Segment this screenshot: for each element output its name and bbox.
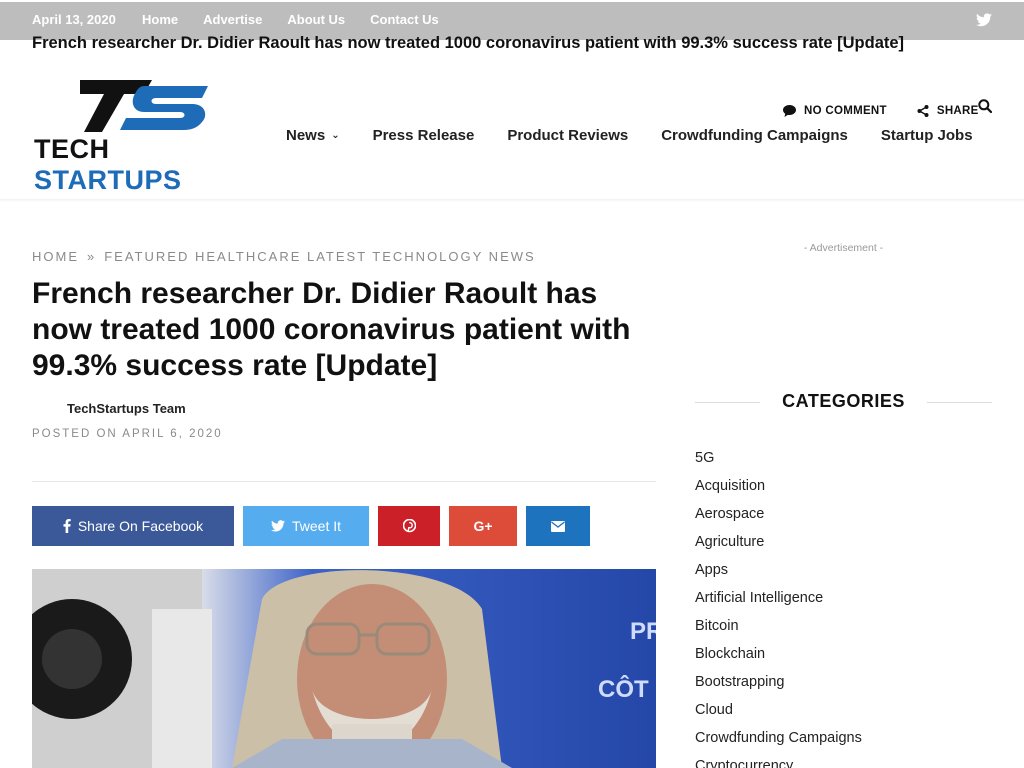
share-label: SHARE (936, 105, 979, 117)
comment-icon (783, 105, 796, 117)
article-hero-image: PR CÔT (32, 569, 656, 768)
googleplus-icon: G+ (473, 518, 493, 534)
top-link-contact-us[interactable]: Contact Us (370, 12, 439, 27)
breadcrumb-home[interactable]: HOME (32, 249, 79, 264)
article-meta-actions: NO COMMENT SHARE (783, 105, 979, 117)
breadcrumb-separator: » (87, 249, 97, 264)
category-link[interactable]: Acquisition (695, 478, 765, 494)
share-twitter-label: Tweet It (291, 518, 342, 534)
nav-item-press-release[interactable]: Press Release (373, 127, 475, 144)
comment-label: NO COMMENT (804, 105, 887, 117)
author-name[interactable]: TechStartups Team (67, 401, 186, 416)
twitter-icon[interactable] (976, 13, 992, 27)
pinterest-icon (402, 519, 416, 533)
category-item[interactable]: Crowdfunding Campaigns (695, 728, 862, 756)
nav-item-crowdfunding-campaigns[interactable]: Crowdfunding Campaigns (661, 127, 848, 144)
category-link[interactable]: Cryptocurrency (695, 758, 793, 768)
share-facebook-label: Share On Facebook (77, 518, 204, 534)
search-icon[interactable] (978, 99, 992, 113)
category-item[interactable]: Bootstrapping (695, 672, 862, 700)
category-link[interactable]: Artificial Intelligence (695, 590, 823, 606)
nav-item-product-reviews[interactable]: Product Reviews (507, 127, 628, 144)
nav-item-news-label: News (286, 127, 326, 144)
share-button[interactable]: SHARE (917, 105, 979, 117)
category-item[interactable]: Bitcoin (695, 616, 862, 644)
category-link[interactable]: Blockchain (695, 646, 765, 662)
category-link[interactable]: Bootstrapping (695, 674, 784, 690)
logo-word-tech: TECH (34, 134, 110, 164)
share-buttons: Share On Facebook Tweet It G+ (32, 506, 590, 546)
share-googleplus-button[interactable]: G+ (449, 506, 517, 546)
top-link-home[interactable]: Home (142, 12, 178, 27)
ts-monogram (80, 80, 208, 132)
breadcrumb: HOME » FEATURED HEALTHCARE LATEST TECHNO… (32, 249, 536, 264)
top-bar-date: April 13, 2020 (32, 12, 116, 27)
category-item[interactable]: Aerospace (695, 504, 862, 532)
site-logo[interactable]: TECH STARTUPS (32, 76, 256, 195)
divider (32, 481, 656, 482)
share-email-button[interactable] (526, 506, 590, 546)
top-links: Home Advertise About Us Contact Us (142, 12, 439, 27)
heading-rule-right (927, 402, 992, 403)
share-pinterest-button[interactable] (378, 506, 440, 546)
svg-text:CÔT: CÔT (598, 675, 649, 703)
top-link-advertise[interactable]: Advertise (203, 12, 262, 27)
category-link[interactable]: Bitcoin (695, 618, 739, 634)
category-item[interactable]: Cloud (695, 700, 862, 728)
svg-text:PR: PR (630, 618, 656, 645)
portrait-photo: PR CÔT (32, 569, 656, 768)
comment-button[interactable]: NO COMMENT (783, 105, 887, 117)
share-facebook-button[interactable]: Share On Facebook (32, 506, 234, 546)
category-link[interactable]: 5G (695, 450, 714, 466)
breadcrumb-category[interactable]: FEATURED HEALTHCARE LATEST TECHNOLOGY NE… (104, 249, 535, 264)
envelope-icon (551, 520, 565, 532)
twitter-icon (270, 520, 285, 532)
chevron-down-icon: ⌄ (331, 130, 340, 141)
category-link[interactable]: Crowdfunding Campaigns (695, 730, 862, 746)
header-divider (0, 199, 1024, 202)
advertisement-label: - Advertisement - (803, 242, 884, 254)
share-icon (917, 105, 929, 117)
category-item[interactable]: Artificial Intelligence (695, 588, 862, 616)
category-link[interactable]: Aerospace (695, 506, 764, 522)
category-item[interactable]: Agriculture (695, 532, 862, 560)
sticky-article-title: French researcher Dr. Didier Raoult has … (32, 34, 905, 52)
category-item[interactable]: Acquisition (695, 476, 862, 504)
nav-item-startup-jobs[interactable]: Startup Jobs (881, 127, 973, 144)
categories-heading: CATEGORIES (695, 390, 992, 414)
category-item[interactable]: Apps (695, 560, 862, 588)
category-link[interactable]: Cloud (695, 702, 733, 718)
share-twitter-button[interactable]: Tweet It (243, 506, 369, 546)
logo-wordmark: TECH STARTUPS (34, 134, 256, 196)
article-title: French researcher Dr. Didier Raoult has … (32, 277, 631, 382)
post-date: POSTED ON APRIL 6, 2020 (32, 428, 223, 440)
facebook-icon (63, 519, 71, 533)
categories-list: 5G Acquisition Aerospace Agriculture App… (695, 448, 862, 768)
main-nav: News ⌄ Press Release Product Reviews Cro… (286, 127, 973, 144)
nav-item-news[interactable]: News ⌄ (286, 127, 340, 144)
category-item[interactable]: Cryptocurrency (695, 756, 862, 768)
top-link-about-us[interactable]: About Us (287, 12, 345, 27)
category-link[interactable]: Apps (695, 562, 728, 578)
category-link[interactable]: Agriculture (695, 534, 764, 550)
category-item[interactable]: 5G (695, 448, 862, 476)
logo-word-startups: STARTUPS (34, 165, 182, 195)
category-item[interactable]: Blockchain (695, 644, 862, 672)
